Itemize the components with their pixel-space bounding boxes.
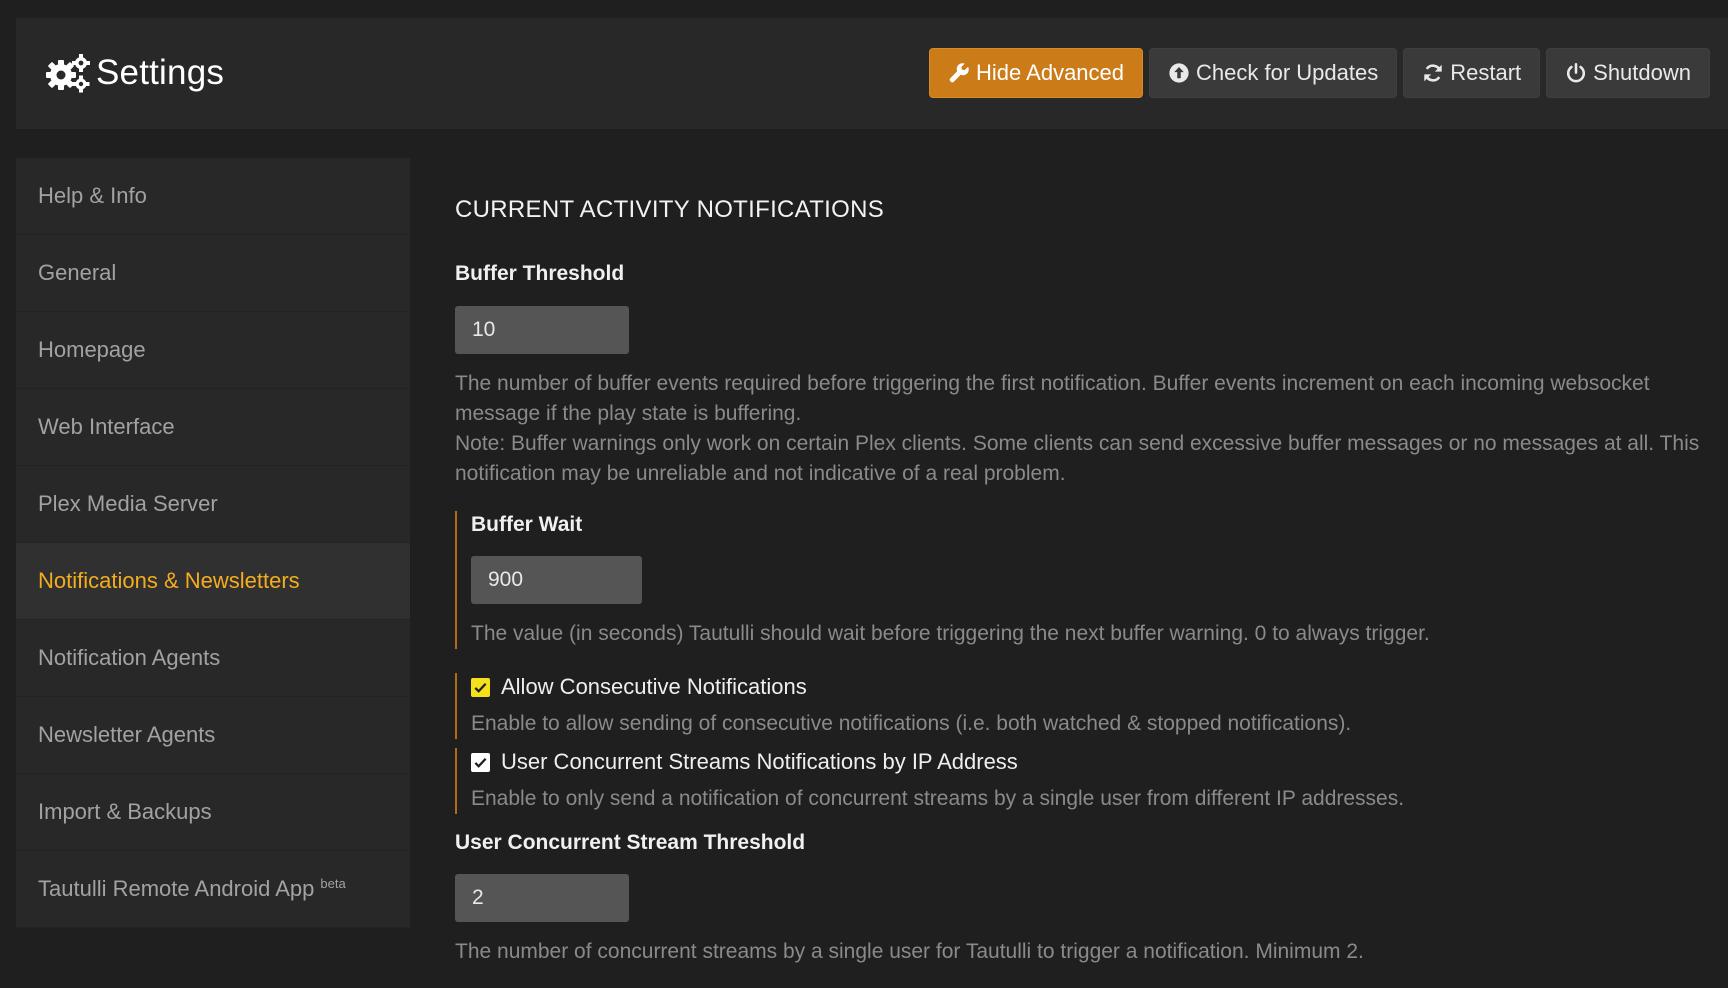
sidebar-item-newsletter-agents[interactable]: Newsletter Agents <box>16 697 410 774</box>
advanced-indent-bar <box>455 748 457 814</box>
sidebar-item-help-info[interactable]: Help & Info <box>16 158 410 235</box>
sidebar-item-plex-media-server[interactable]: Plex Media Server <box>16 466 410 543</box>
buffer-wait-help: The value (in seconds) Tautulli should w… <box>471 622 1430 645</box>
settings-header: Settings Hide Advanced Check for Updates… <box>16 18 1728 129</box>
concurrent-threshold-input[interactable] <box>455 874 629 922</box>
sidebar-item-homepage[interactable]: Homepage <box>16 312 410 389</box>
sidebar-item-label: Plex Media Server <box>38 491 218 516</box>
concurrent-threshold-help: The number of concurrent streams by a si… <box>455 940 1364 963</box>
sidebar-item-label: Notification Agents <box>38 645 221 670</box>
sidebar-item-general[interactable]: General <box>16 235 410 312</box>
buffer-threshold-label: Buffer Threshold <box>455 262 625 285</box>
buffer-wait-label: Buffer Wait <box>471 513 583 536</box>
sidebar-item-web-interface[interactable]: Web Interface <box>16 389 410 466</box>
sidebar-item-label: General <box>38 260 117 285</box>
shutdown-label: Shutdown <box>1593 60 1691 85</box>
sidebar-item-label: Newsletter Agents <box>38 722 216 747</box>
sidebar-item-label: Homepage <box>38 337 146 362</box>
gears-icon <box>46 54 90 93</box>
concurrent-by-ip-checkbox[interactable]: User Concurrent Streams Notifications by… <box>471 749 1018 775</box>
check-icon <box>474 682 487 693</box>
power-icon <box>1567 63 1586 83</box>
hide-advanced-label: Hide Advanced <box>976 60 1125 85</box>
arrow-up-circle-icon <box>1169 63 1189 83</box>
refresh-icon <box>1424 64 1442 82</box>
sidebar-item-label: Web Interface <box>38 414 175 439</box>
page-title: Settings <box>96 53 225 92</box>
buffer-threshold-help: The number of buffer events required bef… <box>455 372 1650 425</box>
advanced-indent-bar <box>455 673 457 739</box>
sidebar-item-tautulli-remote-app[interactable]: Tautulli Remote Android App beta <box>16 851 410 928</box>
check-for-updates-label: Check for Updates <box>1196 60 1379 85</box>
settings-sidebar: Help & Info General Homepage Web Interfa… <box>16 158 410 928</box>
hide-advanced-button[interactable]: Hide Advanced <box>929 48 1144 98</box>
page-brand: Settings <box>44 52 224 94</box>
checkbox-checked[interactable] <box>471 677 490 697</box>
allow-consecutive-label: Allow Consecutive Notifications <box>501 674 807 699</box>
restart-label: Restart <box>1450 60 1522 85</box>
sidebar-item-label: Tautulli Remote Android App <box>38 876 315 901</box>
buffer-threshold-note: Note: Buffer warnings only work on certa… <box>455 432 1700 485</box>
advanced-indent-bar <box>455 511 457 649</box>
sidebar-item-import-backups[interactable]: Import & Backups <box>16 774 410 851</box>
check-for-updates-button[interactable]: Check for Updates <box>1149 48 1398 98</box>
checkbox-checked[interactable] <box>471 752 490 772</box>
buffer-threshold-input[interactable] <box>455 306 629 354</box>
sidebar-item-label: Notifications & Newsletters <box>38 568 300 593</box>
sidebar-item-notifications-newsletters[interactable]: Notifications & Newsletters <box>16 543 410 620</box>
buffer-wait-input[interactable] <box>471 556 642 604</box>
allow-consecutive-checkbox[interactable]: Allow Consecutive Notifications <box>471 674 807 700</box>
concurrent-by-ip-help: Enable to only send a notification of co… <box>471 787 1405 810</box>
beta-badge: beta <box>320 875 346 891</box>
sidebar-item-label: Import & Backups <box>38 799 212 824</box>
concurrent-threshold-label: User Concurrent Stream Threshold <box>455 831 806 854</box>
allow-consecutive-help: Enable to allow sending of consecutive n… <box>471 712 1352 735</box>
sidebar-item-label: Help & Info <box>38 183 147 208</box>
check-icon <box>474 757 487 768</box>
sidebar-item-notification-agents[interactable]: Notification Agents <box>16 620 410 697</box>
concurrent-by-ip-label: User Concurrent Streams Notifications by… <box>501 749 1018 774</box>
restart-button[interactable]: Restart <box>1403 48 1541 98</box>
shutdown-button[interactable]: Shutdown <box>1546 48 1710 98</box>
wrench-icon <box>949 63 969 83</box>
header-toolbar: Hide Advanced Check for Updates Restart <box>929 48 1710 98</box>
section-title: Current Activity Notifications <box>455 196 885 223</box>
